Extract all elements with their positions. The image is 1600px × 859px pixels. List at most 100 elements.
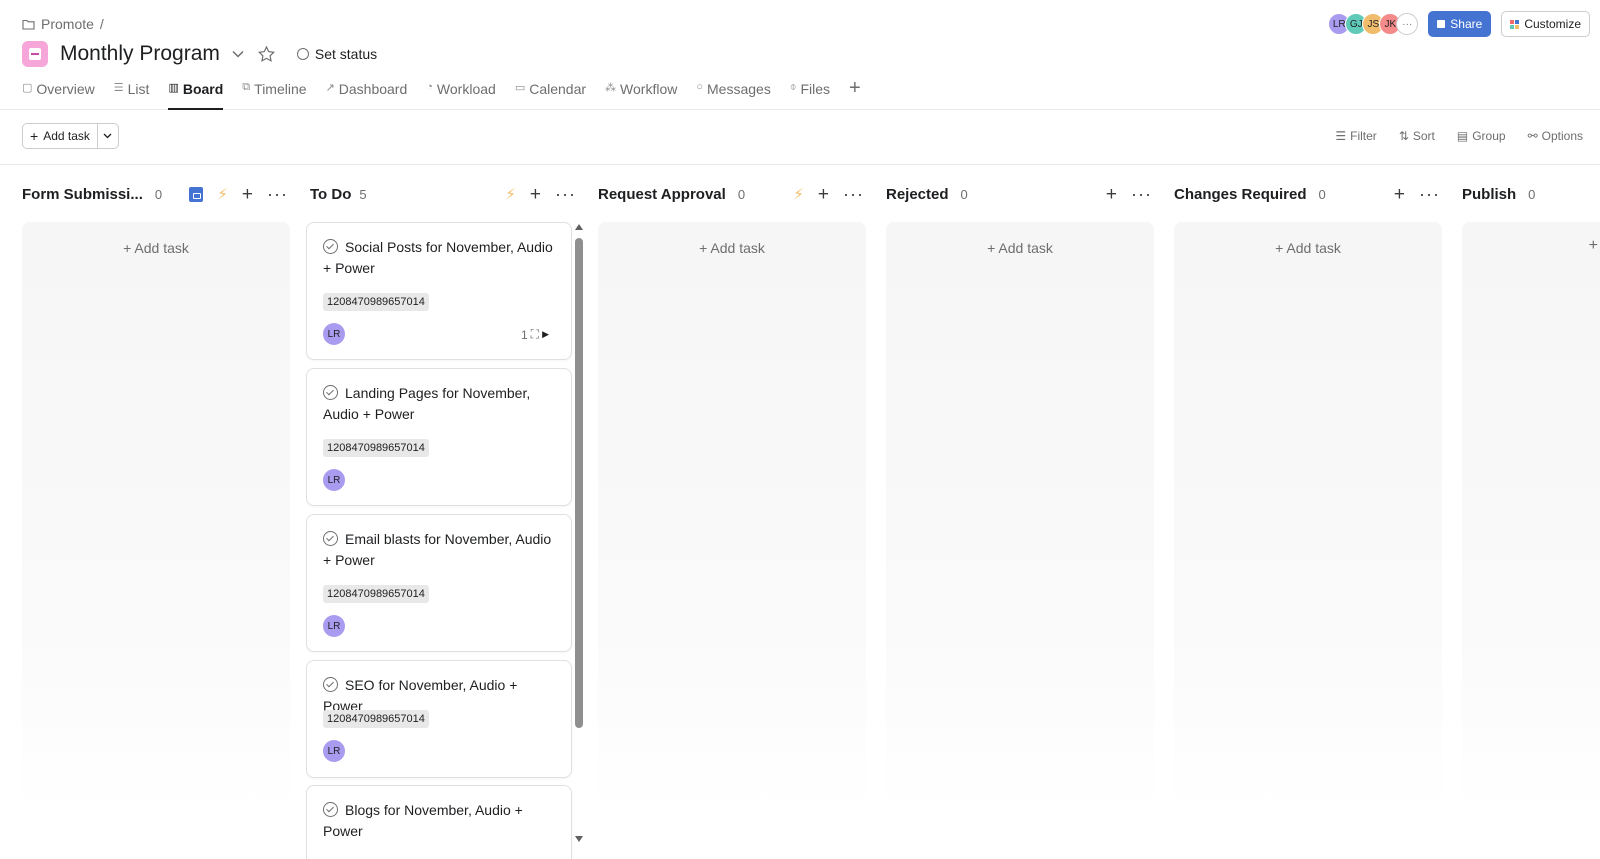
task-id-tag: 1208470989657014: [323, 293, 429, 311]
task-card[interactable]: Email blasts for November, Audio + Power…: [306, 514, 572, 652]
column-title[interactable]: Publish: [1462, 186, 1516, 203]
column-add-task[interactable]: +: [1589, 237, 1598, 255]
list-icon: ☰: [113, 82, 124, 94]
column-title[interactable]: Changes Required: [1174, 186, 1307, 203]
card-title: SEO for November, Audio + Power: [323, 677, 518, 714]
tab-workload[interactable]: ◔ Workload: [426, 80, 496, 110]
share-button[interactable]: Share: [1428, 11, 1492, 37]
column-more-icon[interactable]: ···: [1419, 185, 1440, 203]
subtask-count[interactable]: 1 ⛶ ▶: [521, 327, 549, 342]
column-title[interactable]: Rejected: [886, 186, 949, 203]
card-title: Landing Pages for November, Audio + Powe…: [323, 385, 531, 422]
column-title[interactable]: Request Approval: [598, 186, 726, 203]
tab-calendar[interactable]: ▭ Calendar: [515, 80, 586, 110]
avatar[interactable]: LR: [323, 615, 345, 637]
tab-timeline[interactable]: ⧉ Timeline: [242, 80, 306, 110]
scroll-down-arrow-icon[interactable]: [575, 836, 583, 842]
calendar-icon: ▭: [514, 82, 526, 94]
project-icon[interactable]: [22, 41, 48, 67]
folder-icon: [22, 19, 35, 30]
form-icon[interactable]: [189, 186, 204, 202]
messages-icon: ○: [696, 81, 704, 93]
column-header: Form Submissi... 0 ⚡ + ···: [22, 180, 290, 208]
tab-workflow[interactable]: ⁂ Workflow: [605, 80, 677, 110]
caret-right-icon: ▶: [542, 329, 549, 339]
options-button[interactable]: ⚯ Options: [1528, 129, 1583, 143]
add-task-dropdown[interactable]: [98, 124, 118, 148]
column-more-icon[interactable]: ···: [555, 185, 576, 203]
avatar[interactable]: LR: [323, 323, 345, 345]
rule-bolt-icon[interactable]: ⚡: [217, 185, 228, 203]
breadcrumb-parent[interactable]: Promote: [41, 16, 94, 32]
board-column: Request Approval 0 ⚡ + ··· + Add task: [598, 166, 866, 859]
task-card[interactable]: Social Posts for November, Audio + Power…: [306, 222, 572, 360]
avatar[interactable]: LR: [323, 740, 345, 762]
add-task-plus-icon[interactable]: +: [1106, 185, 1117, 204]
sort-button[interactable]: ⇅ Sort: [1399, 129, 1435, 143]
add-task-plus-icon[interactable]: +: [242, 185, 253, 204]
add-task-split-button: + Add task: [22, 123, 119, 149]
column-count: 0: [960, 186, 968, 202]
set-status-button[interactable]: Set status: [296, 46, 377, 62]
timeline-icon: ⧉: [242, 81, 251, 93]
chevron-down-icon[interactable]: [232, 50, 244, 58]
rule-bolt-icon[interactable]: ⚡: [793, 185, 804, 203]
filter-icon: ☰: [1335, 129, 1347, 143]
group-button[interactable]: ▤ Group: [1457, 129, 1506, 143]
complete-check-icon[interactable]: [323, 239, 338, 254]
column-add-task[interactable]: + Add task: [1174, 240, 1442, 256]
column-header: Rejected 0 + ···: [886, 180, 1154, 208]
more-members-icon[interactable]: ···: [1396, 13, 1419, 35]
task-card[interactable]: Blogs for November, Audio + Power: [306, 785, 572, 859]
column-add-task[interactable]: + Add task: [598, 240, 866, 256]
complete-check-icon[interactable]: [323, 531, 338, 546]
column-add-task[interactable]: + Add task: [22, 240, 290, 256]
board-icon: ▥: [168, 82, 179, 94]
status-circle-icon: [296, 48, 309, 60]
customize-grid-icon: [1510, 19, 1520, 29]
column-more-icon[interactable]: ···: [267, 185, 288, 203]
board-column: Changes Required 0 + ··· + Add task: [1174, 166, 1442, 859]
avatar[interactable]: LR: [323, 469, 345, 491]
complete-check-icon[interactable]: [323, 385, 338, 400]
scroll-up-arrow-icon[interactable]: [575, 224, 583, 230]
add-task-plus-icon[interactable]: +: [1394, 185, 1405, 204]
page-title[interactable]: Monthly Program: [60, 42, 220, 66]
task-card[interactable]: SEO for November, Audio + Power 12084709…: [306, 660, 572, 778]
task-card[interactable]: Landing Pages for November, Audio + Powe…: [306, 368, 572, 506]
column-header: Publish 0: [1462, 180, 1600, 208]
add-task-plus-icon[interactable]: +: [530, 185, 541, 204]
tab-overview[interactable]: ▢ Overview: [22, 80, 95, 110]
rule-bolt-icon[interactable]: ⚡: [505, 185, 516, 203]
lock-icon: [1437, 20, 1446, 28]
column-more-icon[interactable]: ···: [1131, 185, 1152, 203]
column-title[interactable]: To Do: [310, 186, 351, 203]
complete-check-icon[interactable]: [323, 802, 338, 817]
column-add-task[interactable]: + Add task: [886, 240, 1154, 256]
add-tab-icon[interactable]: +: [849, 78, 861, 110]
add-task-button[interactable]: + Add task: [23, 124, 98, 148]
star-icon[interactable]: [257, 46, 275, 62]
column-body: +: [1462, 222, 1600, 810]
tab-list[interactable]: ☰ List: [114, 80, 150, 110]
tab-messages[interactable]: ○ Messages: [696, 80, 770, 110]
column-title[interactable]: Form Submissi...: [22, 186, 143, 203]
tab-files[interactable]: ⌽ Files: [790, 80, 830, 110]
plus-icon: +: [30, 128, 39, 144]
subtask-icon: ⛶: [530, 327, 540, 341]
scrollbar-thumb[interactable]: [575, 238, 583, 728]
tab-board[interactable]: ▥ Board: [168, 80, 223, 110]
files-icon: ⌽: [789, 81, 797, 93]
column-more-icon[interactable]: ···: [843, 185, 864, 203]
complete-check-icon[interactable]: [323, 677, 338, 692]
column-scrollbar[interactable]: [574, 222, 584, 842]
filter-button[interactable]: ☰ Filter: [1335, 129, 1376, 143]
tab-dashboard[interactable]: ↗ Dashboard: [326, 80, 408, 110]
board: Form Submissi... 0 ⚡ + ··· + Add task To…: [0, 166, 1600, 859]
column-count: 0: [154, 186, 163, 202]
add-task-plus-icon[interactable]: +: [818, 185, 829, 204]
column-body: + Add task: [598, 222, 866, 810]
column-count: 0: [1528, 186, 1536, 202]
customize-button[interactable]: Customize: [1501, 11, 1590, 37]
member-avatars[interactable]: LR GJ JS JK ···: [1328, 13, 1419, 35]
